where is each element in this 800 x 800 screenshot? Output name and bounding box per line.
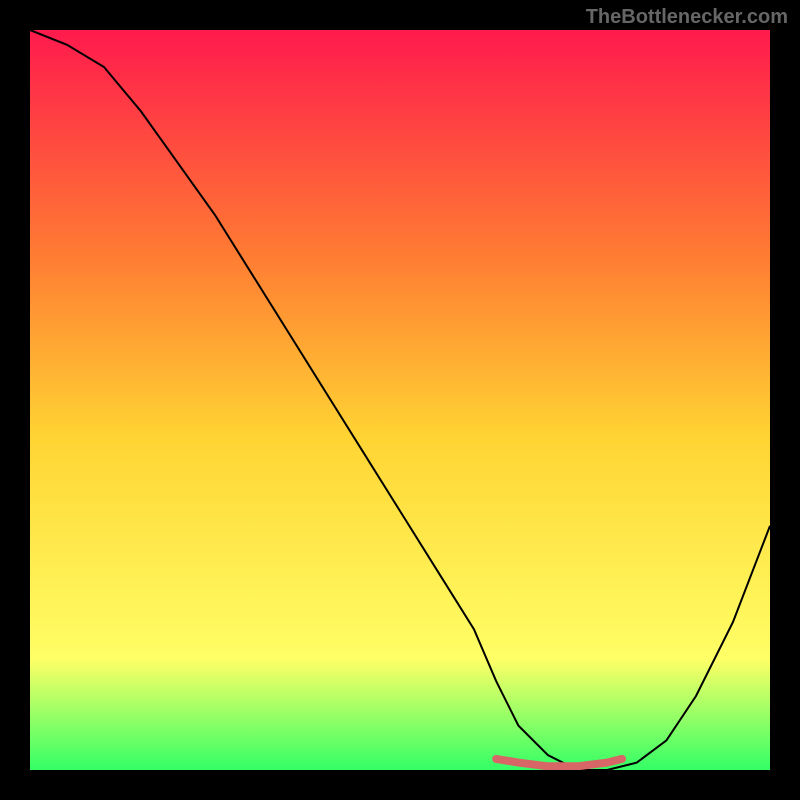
watermark-text: TheBottlenecker.com [586, 6, 788, 29]
gradient-background [30, 30, 770, 770]
chart-svg [30, 30, 770, 770]
bottleneck-chart [30, 30, 770, 770]
